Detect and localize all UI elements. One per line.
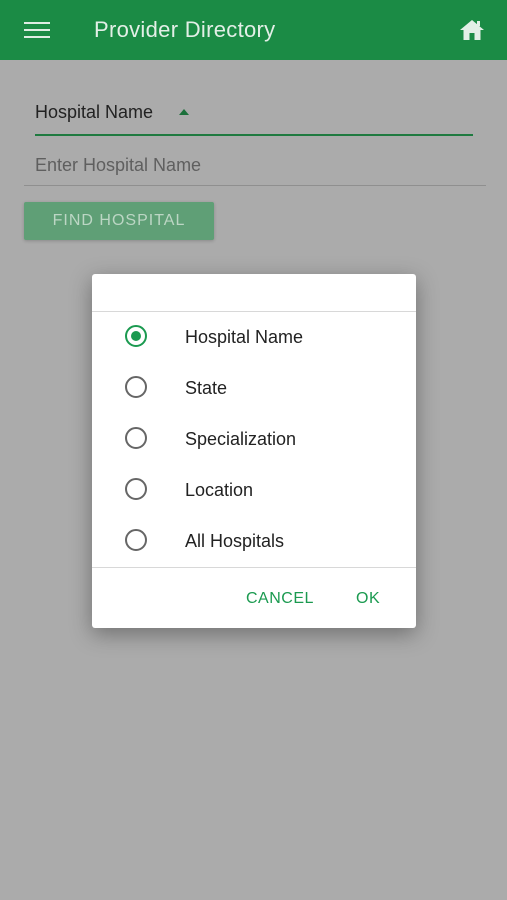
search-mode-dialog: Hospital Name State Specialization Locat… <box>92 274 416 628</box>
home-icon[interactable] <box>459 19 485 41</box>
option-state[interactable]: State <box>92 363 416 414</box>
option-hospital-name[interactable]: Hospital Name <box>92 312 416 363</box>
page-title: Provider Directory <box>94 17 276 42</box>
hospital-name-input[interactable] <box>24 146 486 186</box>
app-bar: Provider Directory <box>0 0 507 60</box>
option-label: Specialization <box>185 429 297 449</box>
option-label: State <box>185 378 228 398</box>
find-hospital-button[interactable]: FIND HOSPITAL <box>24 202 214 240</box>
radio-empty-icon[interactable] <box>125 427 147 449</box>
radio-selected-icon[interactable] <box>125 325 147 347</box>
option-label: Location <box>185 480 254 500</box>
caret-up-icon <box>179 109 189 115</box>
radio-empty-icon[interactable] <box>125 478 147 500</box>
option-label: All Hospitals <box>185 531 285 551</box>
radio-empty-icon[interactable] <box>125 529 147 551</box>
search-mode-label: Hospital Name <box>35 102 154 122</box>
ok-button[interactable]: OK <box>356 587 380 611</box>
option-label: Hospital Name <box>185 327 304 347</box>
dialog-bottom-divider <box>92 567 416 568</box>
hamburger-menu-icon[interactable] <box>24 22 50 38</box>
radio-empty-icon[interactable] <box>125 376 147 398</box>
option-specialization[interactable]: Specialization <box>92 414 416 465</box>
search-mode-dropdown[interactable]: Hospital Name <box>35 100 473 136</box>
cancel-button[interactable]: CANCEL <box>246 587 314 611</box>
option-location[interactable]: Location <box>92 465 416 516</box>
option-all-hospitals[interactable]: All Hospitals <box>92 516 416 567</box>
